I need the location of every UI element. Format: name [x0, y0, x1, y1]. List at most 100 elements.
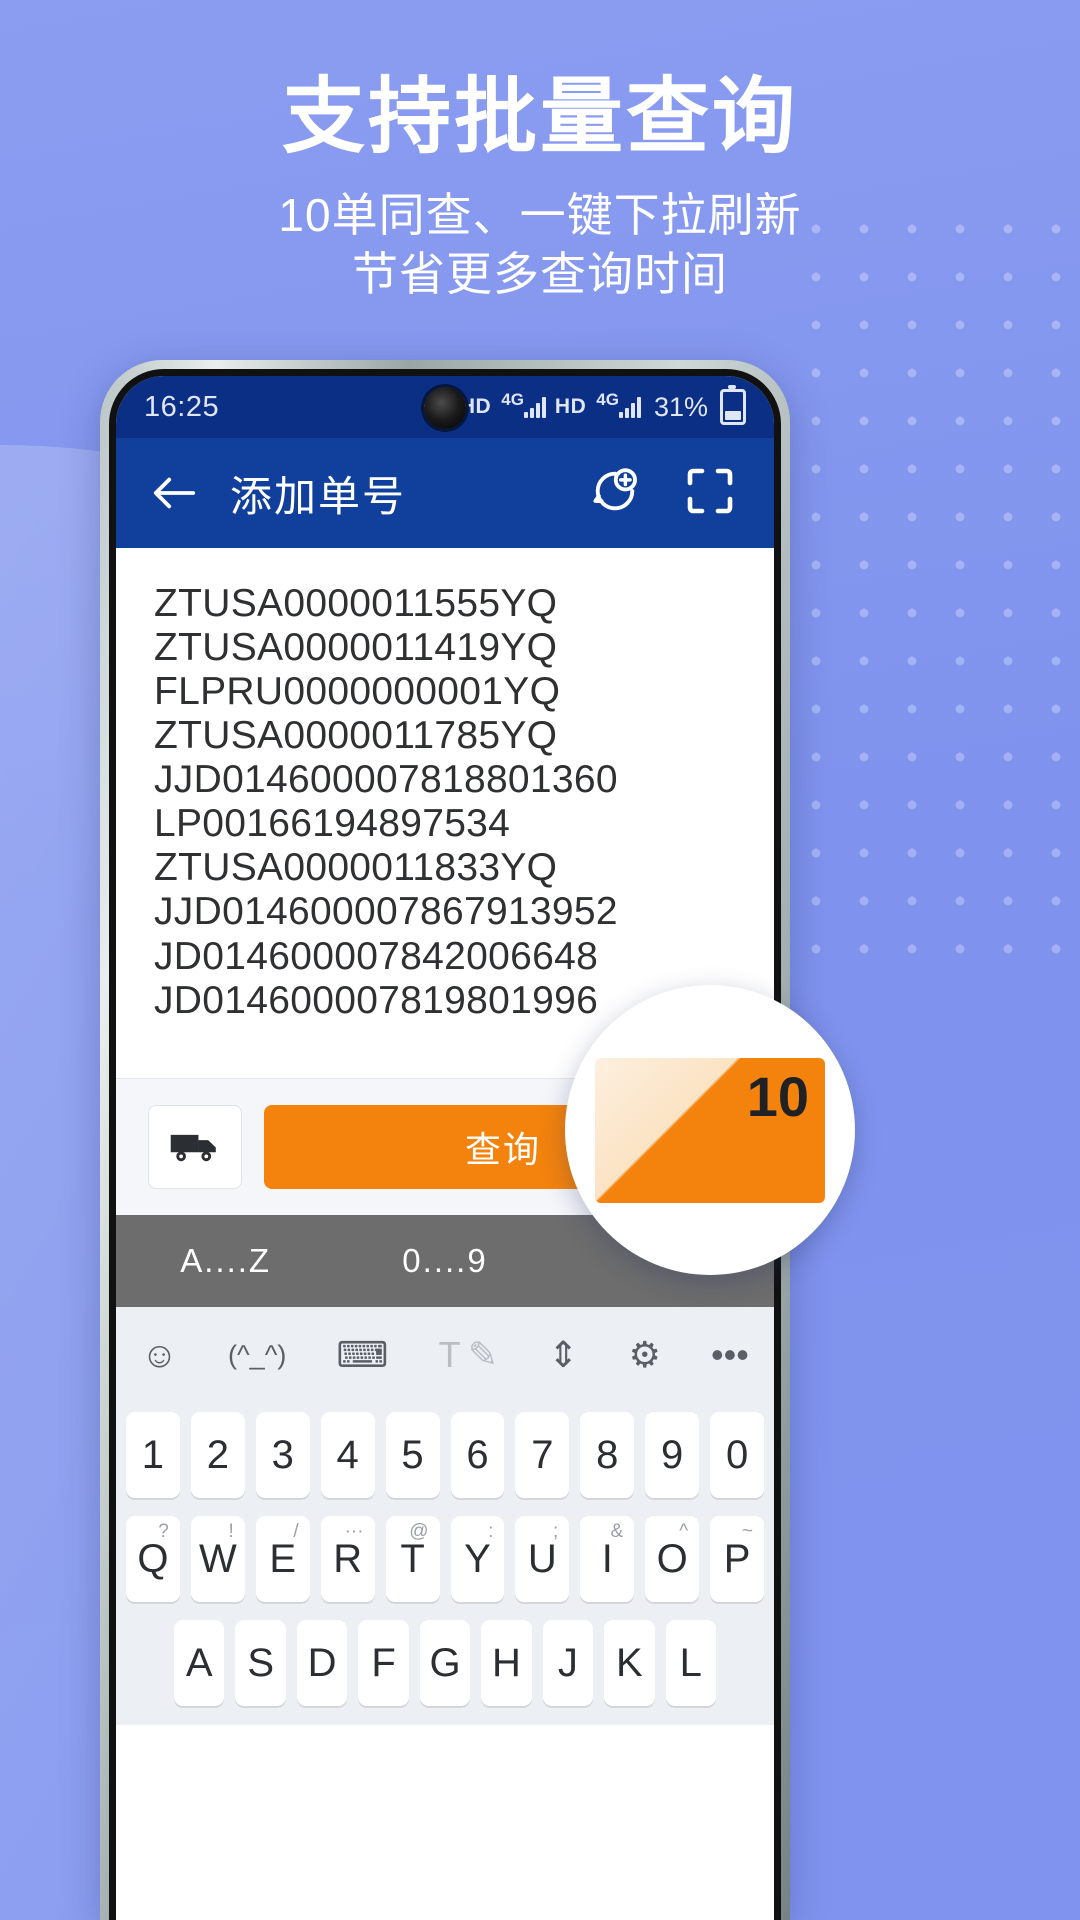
key-d[interactable]: D — [296, 1620, 348, 1706]
key-6[interactable]: 6 — [450, 1412, 505, 1498]
key-o[interactable]: ^ O — [645, 1516, 700, 1602]
key-k[interactable]: K — [604, 1620, 655, 1706]
list-item: ZTUSA0000011833YQ — [154, 846, 558, 890]
scan-qr-icon[interactable] — [684, 465, 736, 522]
list-item: ZTUSA0000011785YQ — [154, 714, 558, 758]
list-item: ZTUSA0000011419YQ — [154, 626, 558, 670]
key-w-label: W — [198, 1536, 237, 1581]
key-7[interactable]: 7 — [515, 1412, 570, 1498]
key-e-sup: / — [293, 1521, 299, 1542]
keyboard-number-row: 1 2 3 4 5 6 7 8 9 0 — [116, 1403, 774, 1507]
key-w[interactable]: ! W — [190, 1516, 245, 1602]
sim1-network-label: 4G — [501, 390, 524, 409]
key-u[interactable]: ; U — [515, 1516, 570, 1602]
on-screen-keyboard: ☺ (^_^) ⌨ T ✎ ⇕ ⚙ ••• 1 2 3 4 5 6 7 8 9 … — [116, 1307, 774, 1725]
page-title: 添加单号 — [230, 472, 407, 520]
app-bar: 添加单号 — [116, 438, 774, 548]
key-t[interactable]: @ T — [385, 1516, 440, 1602]
key-8[interactable]: 8 — [580, 1412, 635, 1498]
key-h[interactable]: H — [481, 1620, 532, 1706]
truck-icon[interactable] — [148, 1105, 242, 1189]
key-q-label: Q — [137, 1536, 169, 1581]
sim2-signal-icon: 4G — [596, 390, 641, 418]
key-f[interactable]: F — [358, 1620, 409, 1706]
key-2[interactable]: 2 — [190, 1412, 245, 1498]
key-4[interactable]: 4 — [320, 1412, 375, 1498]
keyboard-toolbar: ☺ (^_^) ⌨ T ✎ ⇕ ⚙ ••• — [116, 1307, 774, 1403]
key-r-sup: ··· — [344, 1521, 364, 1542]
key-5[interactable]: 5 — [385, 1412, 440, 1498]
status-bar-time: 16:25 — [144, 390, 220, 423]
app-bar-actions — [590, 465, 744, 522]
key-e[interactable]: / E — [255, 1516, 310, 1602]
key-p-label: P — [723, 1536, 751, 1581]
battery-percent-label: 31% — [653, 391, 708, 422]
key-w-sup: ! — [228, 1521, 234, 1542]
kaomoji-label[interactable]: (^_^) — [228, 1340, 286, 1371]
sim2-signal-bars — [618, 396, 641, 418]
handwriting-icon[interactable]: T ✎ — [439, 1334, 498, 1376]
photo-recognize-icon[interactable] — [590, 466, 640, 521]
key-q[interactable]: ? Q — [125, 1516, 180, 1602]
sim2-hd-label: HD — [554, 395, 587, 418]
key-t-label: T — [400, 1536, 425, 1581]
key-9[interactable]: 9 — [645, 1412, 700, 1498]
battery-icon — [720, 385, 746, 425]
key-a[interactable]: A — [174, 1620, 225, 1706]
keyboard-letter-row-1: ? Q ! W / E ··· R @ T :Y ; U & I ^ O ~ P — [116, 1507, 774, 1611]
key-o-label: O — [656, 1536, 688, 1581]
key-q-sup: ? — [158, 1521, 169, 1542]
promo-subtitle: 10单同查、一键下拉刷新 节省更多查询时间 — [0, 186, 1080, 304]
magnifier-callout: 10 — [565, 985, 855, 1275]
key-u-sup: ; — [553, 1521, 559, 1542]
emoji-icon[interactable]: ☺ — [141, 1334, 178, 1376]
key-e-label: E — [269, 1536, 297, 1581]
key-p-sup: ~ — [741, 1521, 754, 1542]
key-3[interactable]: 3 — [255, 1412, 310, 1498]
sim1-signal-icon: 4G — [501, 390, 546, 418]
query-count-badge: 10 — [746, 1064, 809, 1128]
keyboard-icon[interactable]: ⌨ — [337, 1334, 389, 1376]
key-r[interactable]: ··· R — [320, 1516, 375, 1602]
key-g[interactable]: G — [419, 1620, 471, 1706]
move-icon[interactable]: ⇕ — [548, 1334, 578, 1376]
promo-headline: 支持批量查询 — [282, 70, 798, 163]
list-item: LP00166194897534 — [154, 802, 511, 846]
list-item: JD014600007842006648 — [154, 934, 599, 978]
magnifier-content: 10 — [595, 1057, 825, 1203]
list-item: FLPRU0000000001YQ — [154, 670, 561, 714]
key-y-sup: : — [488, 1521, 494, 1542]
key-i-sup: & — [610, 1521, 624, 1542]
key-1[interactable]: 1 — [125, 1412, 180, 1498]
back-arrow-icon[interactable] — [146, 465, 202, 521]
list-item: JJD014600007818801360 — [154, 758, 618, 802]
key-j[interactable]: J — [542, 1620, 594, 1706]
keyboard-letter-row-2: A S D F G H J K L — [116, 1611, 774, 1715]
key-y[interactable]: :Y — [450, 1516, 505, 1602]
status-bar-icons: HD 4G HD 4G 31% — [417, 385, 746, 425]
list-item: ZTUSA0000011555YQ — [154, 582, 558, 625]
sim1-signal-bars — [523, 396, 546, 418]
tab-numeric[interactable]: 0....9 — [335, 1242, 554, 1280]
sim2-network-label: 4G — [596, 390, 619, 409]
key-i-label: I — [601, 1536, 613, 1581]
key-s[interactable]: S — [235, 1620, 286, 1706]
key-y-label: Y — [464, 1536, 491, 1581]
front-camera-notch — [424, 387, 466, 429]
promo-subtitle-line-1: 10单同查、一键下拉刷新 — [278, 189, 802, 241]
key-o-sup: ^ — [679, 1521, 689, 1542]
key-l[interactable]: L — [665, 1620, 716, 1706]
key-u-label: U — [527, 1536, 557, 1581]
tab-alpha[interactable]: A....Z — [116, 1242, 335, 1280]
list-item: JJD014600007867913952 — [154, 890, 618, 934]
key-t-sup: @ — [409, 1521, 429, 1542]
key-0[interactable]: 0 — [710, 1412, 765, 1498]
key-i[interactable]: & I — [580, 1516, 635, 1602]
gear-icon[interactable]: ⚙ — [629, 1334, 661, 1376]
key-p[interactable]: ~ P — [710, 1516, 765, 1602]
key-r-label: R — [333, 1536, 363, 1581]
background-dot-pattern — [792, 205, 1062, 965]
status-bar: 16:25 HD 4G HD 4G 31% — [116, 376, 774, 438]
promo-subtitle-line-2: 节省更多查询时间 — [352, 247, 728, 300]
more-icon[interactable]: ••• — [711, 1334, 749, 1376]
